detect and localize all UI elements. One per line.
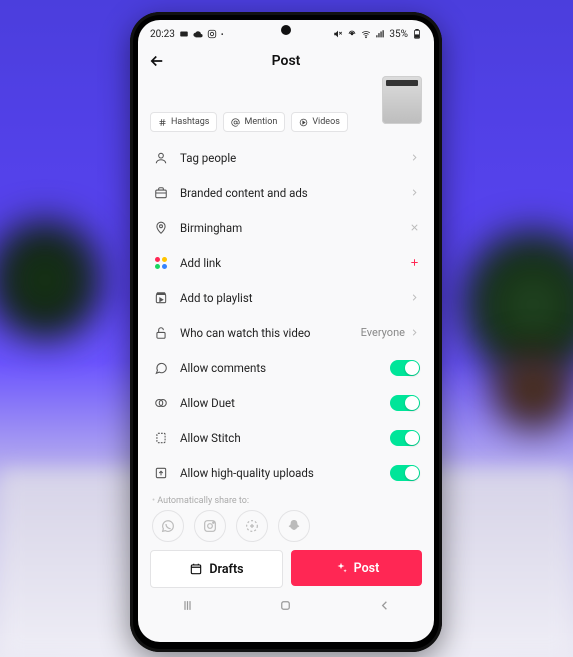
- upload-icon: [154, 466, 168, 480]
- row-allow-duet: Allow Duet: [152, 385, 420, 420]
- drafts-icon: [189, 562, 203, 576]
- row-tag-people[interactable]: Tag people: [152, 140, 420, 175]
- share-label: Automatically share to:: [138, 490, 434, 510]
- chip-videos[interactable]: Videos: [291, 112, 348, 132]
- share-snapchat[interactable]: [278, 510, 310, 542]
- at-icon: [231, 118, 240, 127]
- row-location[interactable]: Birmingham: [152, 210, 420, 245]
- post-button[interactable]: Post: [291, 550, 422, 586]
- phone-frame: 20:23 • 35%: [130, 12, 442, 652]
- back-button[interactable]: [148, 52, 166, 74]
- row-allow-comments: Allow comments: [152, 350, 420, 385]
- hash-icon: [158, 118, 167, 127]
- status-time: 20:23: [150, 29, 175, 40]
- row-label: Allow comments: [170, 361, 390, 375]
- chevron-right-icon: [409, 152, 420, 163]
- row-hq-uploads: Allow high-quality uploads: [152, 455, 420, 490]
- close-icon: [409, 222, 420, 233]
- chip-mention[interactable]: Mention: [223, 112, 285, 132]
- nav-recents[interactable]: [180, 598, 195, 617]
- comment-icon: [154, 361, 168, 375]
- status-more: •: [221, 30, 224, 39]
- row-add-playlist[interactable]: Add to playlist: [152, 280, 420, 315]
- video-thumbnail[interactable]: [382, 76, 422, 124]
- drafts-button[interactable]: Drafts: [150, 550, 283, 588]
- stitch-icon: [154, 431, 168, 445]
- status-instagram-icon: [207, 29, 217, 39]
- share-stories[interactable]: [236, 510, 268, 542]
- clear-location-button[interactable]: [409, 222, 420, 233]
- row-privacy[interactable]: Who can watch this video Everyone: [152, 315, 420, 350]
- footer-buttons: Drafts Post: [138, 550, 434, 594]
- location-icon: [154, 221, 168, 235]
- header: Post: [138, 44, 434, 78]
- screen: 20:23 • 35%: [138, 20, 434, 642]
- toggle-comments[interactable]: [390, 360, 420, 376]
- chip-hashtags[interactable]: Hashtags: [150, 112, 217, 132]
- row-label: Branded content and ads: [170, 186, 409, 200]
- sparkle-icon: [334, 561, 348, 575]
- row-label: Who can watch this video: [170, 326, 361, 340]
- nav-home[interactable]: [278, 598, 293, 617]
- row-branded-content[interactable]: Branded content and ads: [152, 175, 420, 210]
- share-instagram[interactable]: [194, 510, 226, 542]
- drafts-label: Drafts: [209, 562, 243, 577]
- person-icon: [154, 151, 168, 165]
- chevron-right-icon: [409, 327, 420, 338]
- toggle-hq[interactable]: [390, 465, 420, 481]
- front-camera: [281, 25, 291, 35]
- briefcase-icon: [154, 186, 168, 200]
- row-label: Allow Duet: [170, 396, 390, 410]
- stories-icon: [244, 518, 260, 534]
- status-battery-pct: 35%: [389, 29, 408, 40]
- snapchat-icon: [286, 518, 302, 534]
- row-label: Allow high-quality uploads: [170, 466, 390, 480]
- whatsapp-icon: [160, 518, 176, 534]
- status-wifi-icon: [361, 29, 371, 39]
- privacy-value: Everyone: [361, 326, 409, 339]
- link-dots-icon: [154, 256, 168, 270]
- status-cloud-icon: [193, 29, 203, 39]
- chip-videos-label: Videos: [312, 117, 340, 127]
- lock-icon: [154, 326, 168, 340]
- row-label: Add link: [170, 256, 409, 270]
- chevron-right-icon: [409, 292, 420, 303]
- row-label: Tag people: [170, 151, 409, 165]
- status-notif-icon: [179, 29, 189, 39]
- toggle-stitch[interactable]: [390, 430, 420, 446]
- status-battery-icon: [412, 29, 422, 39]
- post-label: Post: [354, 561, 380, 576]
- toggle-duet[interactable]: [390, 395, 420, 411]
- status-hotspot-icon: [347, 29, 357, 39]
- chip-hashtags-label: Hashtags: [171, 117, 209, 127]
- row-label: Birmingham: [170, 221, 409, 235]
- chevron-right-icon: [409, 187, 420, 198]
- status-mute-icon: [333, 29, 343, 39]
- row-add-link[interactable]: Add link: [152, 245, 420, 280]
- row-allow-stitch: Allow Stitch: [152, 420, 420, 455]
- share-row: [138, 510, 434, 550]
- plus-icon: [409, 257, 420, 268]
- nav-back[interactable]: [377, 598, 392, 617]
- row-label: Allow Stitch: [170, 431, 390, 445]
- android-nav: [138, 594, 434, 620]
- instagram-icon: [202, 518, 218, 534]
- duet-icon: [154, 396, 168, 410]
- play-icon: [299, 118, 308, 127]
- page-title: Post: [272, 53, 301, 69]
- status-signal-icon: [375, 29, 385, 39]
- chip-mention-label: Mention: [244, 117, 277, 127]
- share-whatsapp[interactable]: [152, 510, 184, 542]
- playlist-icon: [154, 291, 168, 305]
- row-label: Add to playlist: [170, 291, 409, 305]
